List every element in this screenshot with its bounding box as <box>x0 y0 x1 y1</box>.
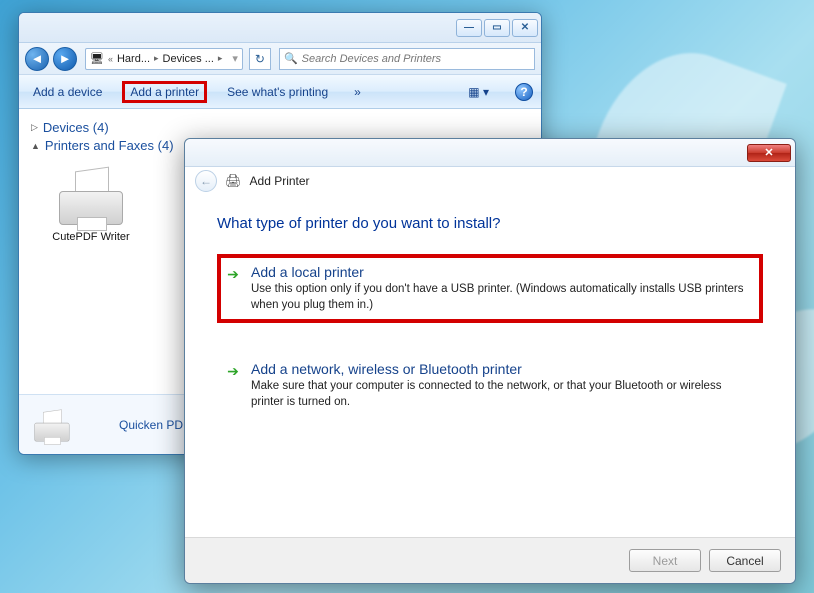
view-options-button[interactable]: ▦ ▾ <box>462 82 495 102</box>
arrow-right-icon: ➔ <box>225 266 241 283</box>
toolbar-overflow[interactable]: » <box>348 82 367 102</box>
printer-icon <box>31 408 73 441</box>
toolbar-add-device[interactable]: Add a device <box>27 82 108 102</box>
cancel-button[interactable]: Cancel <box>709 549 781 572</box>
breadcrumb-chevron-icon: « <box>108 54 113 64</box>
breadcrumb-chevron-icon: ▸ <box>218 53 223 64</box>
wizard-back-button[interactable]: ← <box>195 170 217 192</box>
add-printer-wizard: ✕ ← 🖨 Add Printer What type of printer d… <box>184 138 796 584</box>
toolbar-see-whats-printing[interactable]: See what's printing <box>221 82 334 102</box>
minimize-button[interactable]: — <box>456 19 482 37</box>
help-icon[interactable]: ? <box>515 83 533 101</box>
status-label: Quicken PD <box>119 418 183 432</box>
option-title: Add a local printer <box>251 264 755 280</box>
device-label: CutePDF Writer <box>52 231 129 243</box>
nav-back-button[interactable]: ◄ <box>25 47 49 71</box>
explorer-titlebar: — ▭ ✕ <box>19 13 541 43</box>
option-description: Use this option only if you don't have a… <box>251 282 755 313</box>
wizard-header: ← 🖨 Add Printer <box>185 167 795 195</box>
search-input[interactable]: 🔍 Search Devices and Printers <box>279 48 535 70</box>
next-button[interactable]: Next <box>629 549 701 572</box>
search-placeholder: Search Devices and Printers <box>302 53 441 65</box>
option-add-local-printer[interactable]: ➔ Add a local printer Use this option on… <box>217 254 763 323</box>
printer-icon: 🖨 <box>225 173 242 189</box>
option-add-network-printer[interactable]: ➔ Add a network, wireless or Bluetooth p… <box>217 351 763 420</box>
wizard-titlebar: ✕ <box>185 139 795 167</box>
option-description: Make sure that your computer is connecte… <box>251 379 755 410</box>
wizard-content: What type of printer do you want to inst… <box>185 195 795 537</box>
wizard-title: Add Printer <box>250 174 310 188</box>
breadcrumb-seg-hard[interactable]: Hard... <box>117 53 150 65</box>
device-cutepdf-writer[interactable]: CutePDF Writer <box>41 165 141 243</box>
tree-devices-header[interactable]: ▷ Devices (4) <box>31 120 529 135</box>
expand-icon: ▲ <box>31 141 40 151</box>
breadcrumb-chevron-icon: ▸ <box>154 53 159 64</box>
printer-icon <box>53 165 129 225</box>
collapse-icon: ▷ <box>31 122 38 133</box>
nav-forward-button[interactable]: ► <box>53 47 77 71</box>
explorer-navbar: ◄ ► 🖥 « Hard... ▸ Devices ... ▸ ▾ ↻ 🔍 Se… <box>19 43 541 75</box>
refresh-button[interactable]: ↻ <box>249 48 271 70</box>
breadcrumb-icon: 🖥 <box>90 52 104 65</box>
arrow-right-icon: ➔ <box>225 363 241 380</box>
printers-label: Printers and Faxes (4) <box>45 138 174 153</box>
wizard-footer: Next Cancel <box>185 537 795 583</box>
breadcrumb-dropdown-icon[interactable]: ▾ <box>232 52 238 65</box>
devices-label: Devices (4) <box>43 120 109 135</box>
breadcrumb[interactable]: 🖥 « Hard... ▸ Devices ... ▸ ▾ <box>85 48 243 70</box>
search-icon: 🔍 <box>284 52 298 65</box>
close-button[interactable]: ✕ <box>747 144 791 162</box>
wizard-question: What type of printer do you want to inst… <box>217 215 763 232</box>
explorer-toolbar: Add a device Add a printer See what's pr… <box>19 75 541 109</box>
option-title: Add a network, wireless or Bluetooth pri… <box>251 361 755 377</box>
close-button[interactable]: ✕ <box>512 19 538 37</box>
toolbar-add-printer[interactable]: Add a printer <box>122 81 207 103</box>
breadcrumb-seg-devices[interactable]: Devices ... <box>163 53 214 65</box>
maximize-button[interactable]: ▭ <box>484 19 510 37</box>
